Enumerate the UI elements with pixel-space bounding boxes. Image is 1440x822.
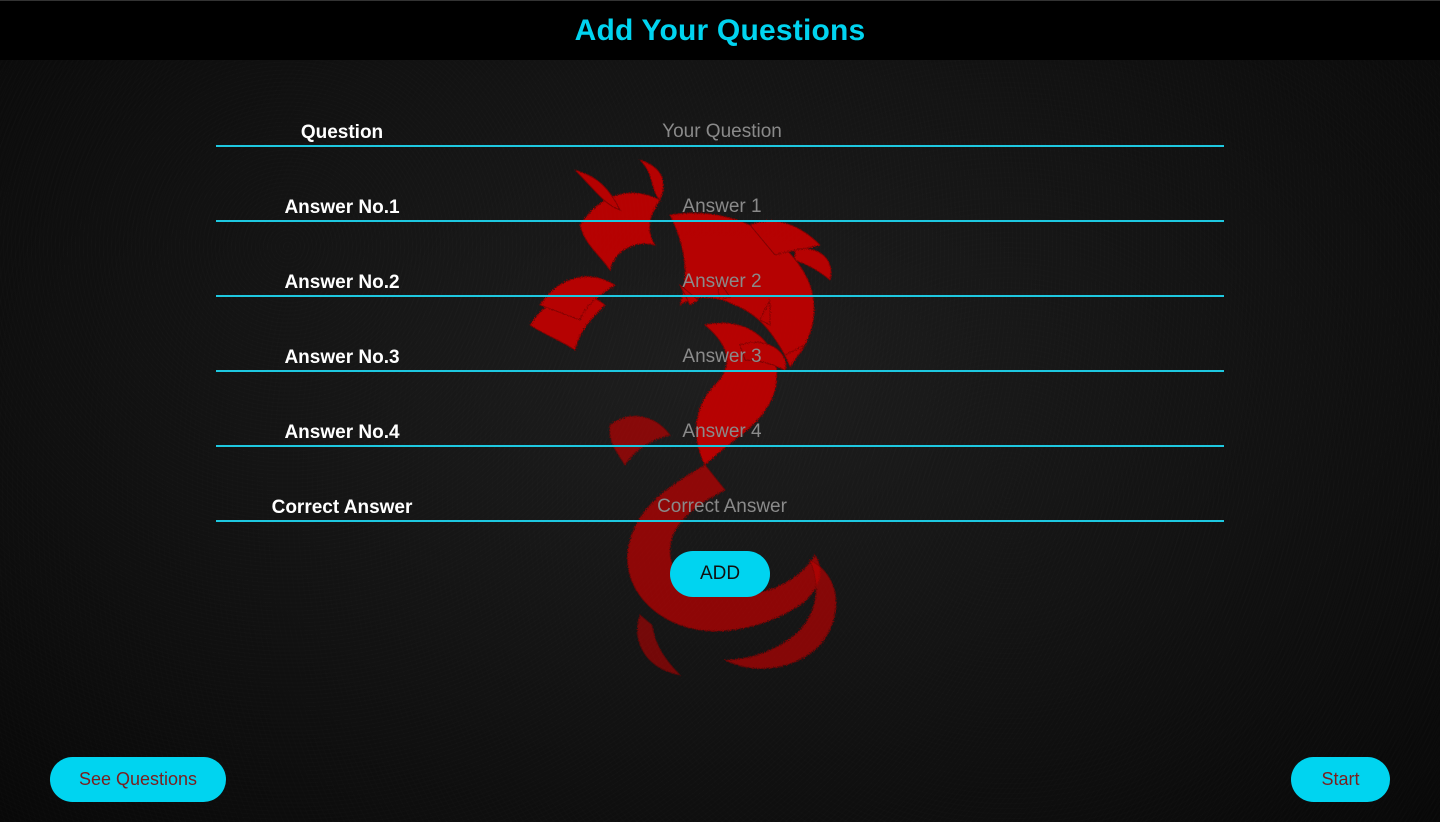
answer-1-label: Answer No.1 — [284, 196, 400, 218]
correct-answer-label: Correct Answer — [271, 496, 413, 518]
start-button[interactable]: Start — [1291, 757, 1390, 802]
correct-answer-input[interactable] — [468, 486, 1224, 519]
answer-4-row: Answer No.4 — [216, 410, 1224, 447]
question-form: Question Answer No.1 Answer No.2 Answer … — [216, 110, 1224, 560]
answer-3-label: Answer No.3 — [284, 346, 400, 368]
see-questions-button[interactable]: See Questions — [50, 757, 226, 802]
answer-2-row: Answer No.2 — [216, 260, 1224, 297]
answer-3-row: Answer No.3 — [216, 335, 1224, 372]
answer-2-input[interactable] — [468, 261, 1224, 294]
question-row: Question — [216, 110, 1224, 147]
question-input[interactable] — [468, 111, 1224, 144]
page-header: Add Your Questions — [0, 0, 1440, 60]
page-title: Add Your Questions — [574, 13, 866, 47]
answer-2-label: Answer No.2 — [284, 271, 400, 293]
correct-answer-row: Correct Answer — [216, 485, 1224, 522]
quiz-builder-page: Add Your Questions Question Answer No.1 … — [0, 0, 1440, 822]
answer-1-row: Answer No.1 — [216, 185, 1224, 222]
question-label: Question — [300, 121, 384, 143]
answer-1-input[interactable] — [468, 186, 1224, 219]
add-button[interactable]: ADD — [670, 551, 770, 597]
answer-4-input[interactable] — [468, 411, 1224, 444]
answer-4-label: Answer No.4 — [284, 421, 400, 443]
answer-3-input[interactable] — [468, 336, 1224, 369]
